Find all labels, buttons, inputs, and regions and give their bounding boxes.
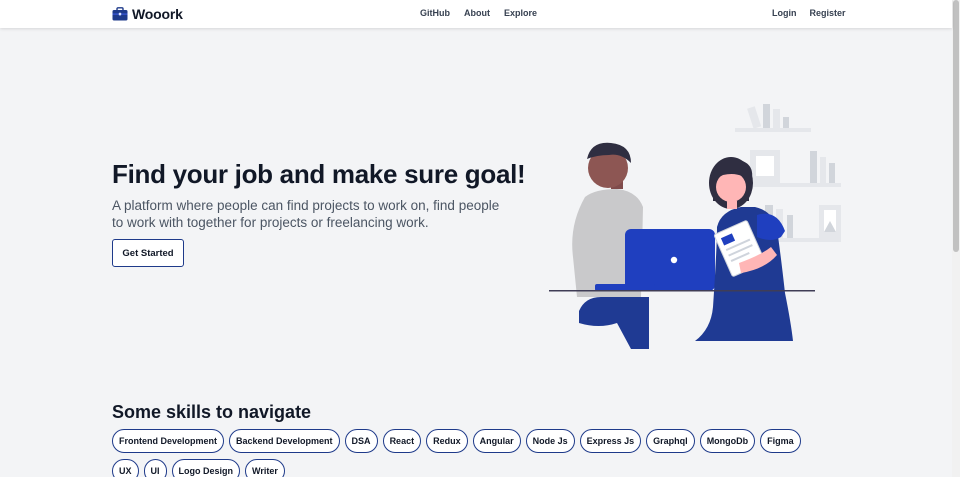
get-started-button[interactable]: Get Started [112, 239, 184, 267]
navbar: Wooork GitHub About Explore Login Regist… [0, 0, 952, 28]
skill-chip-backend-development[interactable]: Backend Development [229, 429, 340, 453]
login-link[interactable]: Login [772, 8, 797, 18]
register-link[interactable]: Register [810, 8, 846, 18]
skill-chip-ui[interactable]: UI [143, 459, 167, 477]
auth-nav: Login Register [772, 8, 846, 18]
skill-chip-logo-design[interactable]: Logo Design [171, 459, 241, 477]
nav-link-github[interactable]: GitHub [420, 8, 450, 18]
nav-link-explore[interactable]: Explore [504, 8, 537, 18]
skill-chip-graphql[interactable]: Graphql [646, 429, 695, 453]
skill-chip-dsa[interactable]: DSA [344, 429, 378, 453]
skill-chip-frontend-development[interactable]: Frontend Development [112, 429, 225, 453]
hero-title: Find your job and make sure goal! [112, 159, 526, 189]
hero-illustration [549, 104, 841, 349]
brand-logo-link[interactable]: Wooork [112, 6, 183, 22]
skills-chip-list: Frontend Development Backend Development… [112, 429, 832, 477]
skill-chip-node-js[interactable]: Node Js [525, 429, 575, 453]
briefcase-icon [112, 7, 128, 21]
nav-link-about[interactable]: About [464, 8, 490, 18]
skill-chip-mongodb[interactable]: MongoDb [699, 429, 756, 453]
skill-chip-writer[interactable]: Writer [245, 459, 285, 477]
main-nav: GitHub About Explore [420, 8, 537, 18]
desk-line [549, 290, 815, 292]
skill-chip-figma[interactable]: Figma [760, 429, 801, 453]
skill-chip-redux[interactable]: Redux [426, 429, 468, 453]
hero-subtitle: A platform where people can find project… [112, 198, 500, 230]
skill-chip-react[interactable]: React [382, 429, 422, 453]
skill-chip-express-js[interactable]: Express Js [579, 429, 642, 453]
skills-title: Some skills to navigate [112, 402, 312, 422]
skill-chip-angular[interactable]: Angular [472, 429, 521, 453]
skill-chip-ux[interactable]: UX [112, 459, 139, 477]
brand-name: Wooork [132, 6, 183, 22]
scrollbar-thumb[interactable] [953, 0, 959, 252]
